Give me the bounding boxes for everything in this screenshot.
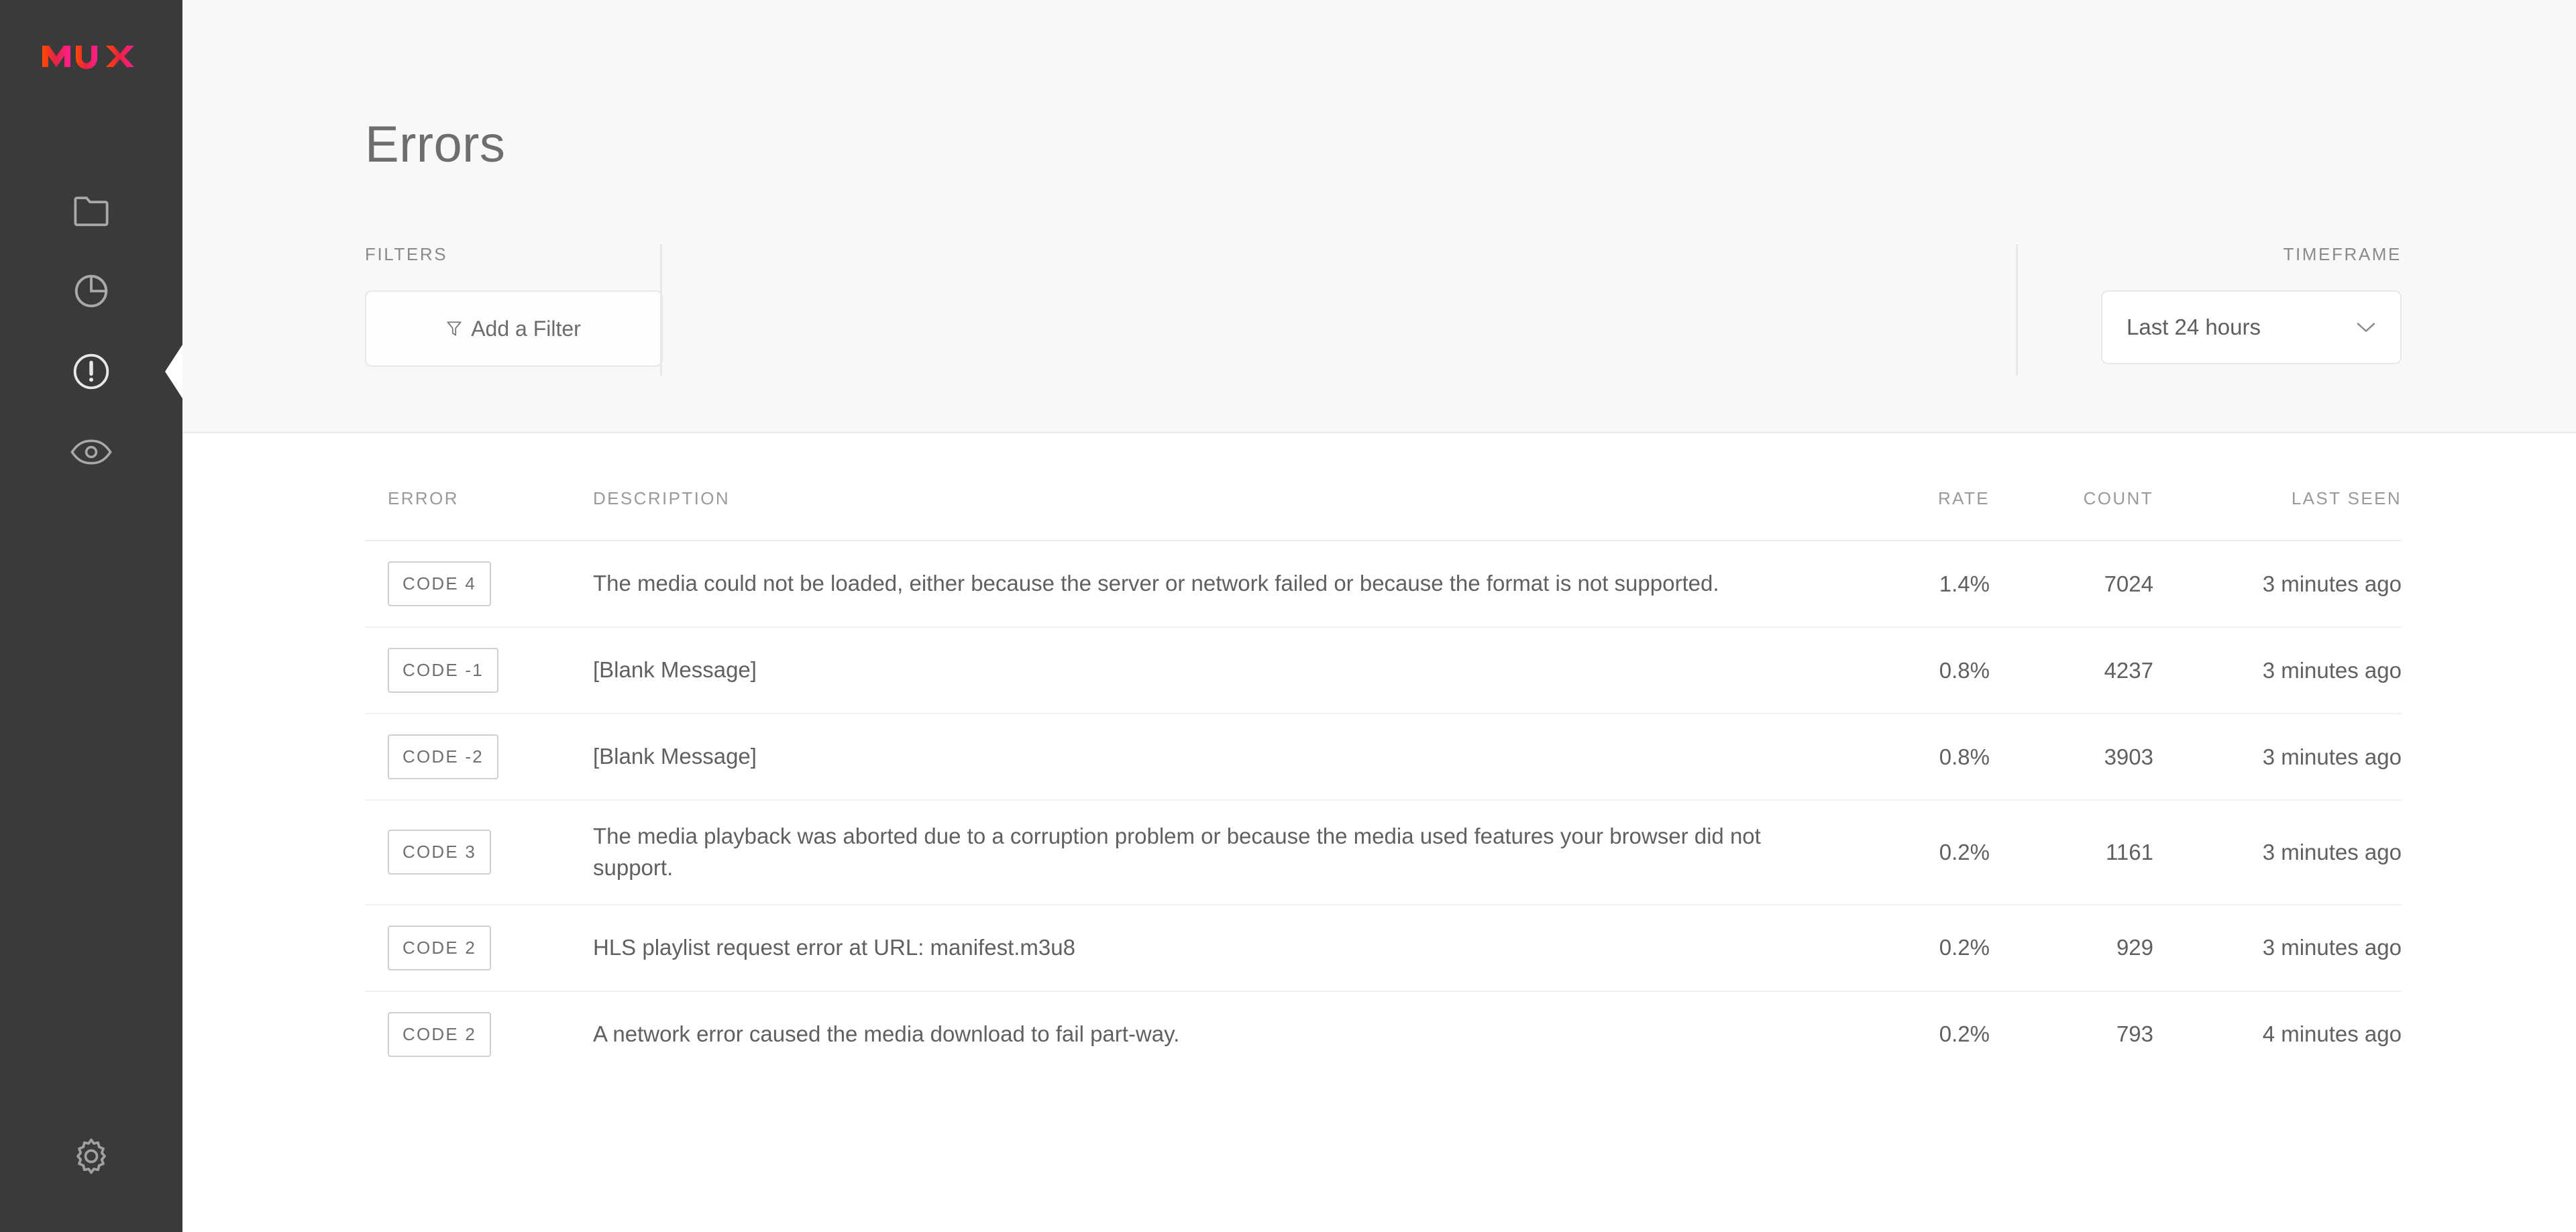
- error-description-cell: HLS playlist request error at URL: manif…: [593, 904, 1831, 992]
- error-rate-cell: 1.4%: [1831, 541, 1999, 628]
- page-title: Errors: [365, 116, 506, 173]
- mux-logo[interactable]: [41, 42, 142, 71]
- error-rate-cell: 0.2%: [1831, 800, 1999, 905]
- filter-divider-right: [2016, 244, 2018, 376]
- error-code-badge: CODE 2: [388, 1011, 492, 1057]
- column-header-error[interactable]: ERROR: [365, 433, 593, 541]
- table-header-row: ERROR DESCRIPTION RATE COUNT LAST SEEN: [365, 433, 2402, 541]
- active-indicator-arrow: [165, 345, 182, 398]
- table-header: ERROR DESCRIPTION RATE COUNT LAST SEEN: [365, 433, 2402, 541]
- filters-group: FILTERS Add a Filter: [182, 244, 663, 367]
- error-code-cell: CODE -2: [365, 714, 593, 801]
- sidebar: [0, 0, 182, 1232]
- sidebar-item-assets[interactable]: [0, 170, 182, 251]
- error-code-cell: CODE 4: [365, 541, 593, 628]
- sidebar-item-errors[interactable]: [0, 331, 182, 412]
- filter-funnel-icon: [447, 321, 462, 336]
- page-header-section: Errors FILTERS Add a Filter TIMEFRAME La…: [182, 0, 2576, 433]
- error-code-cell: CODE 2: [365, 904, 593, 992]
- error-rate-cell: 0.2%: [1831, 904, 1999, 992]
- timeframe-select[interactable]: Last 24 hours: [2101, 290, 2402, 364]
- timeframe-selected-value: Last 24 hours: [2127, 315, 2261, 339]
- error-last-seen-cell: 3 minutes ago: [2160, 541, 2402, 628]
- add-filter-label: Add a Filter: [471, 316, 581, 341]
- sidebar-item-settings[interactable]: [0, 1119, 182, 1193]
- filter-divider-left: [660, 244, 662, 376]
- error-count-cell: 7024: [1999, 541, 2160, 628]
- errors-table: ERROR DESCRIPTION RATE COUNT LAST SEEN C…: [365, 433, 2402, 1077]
- filters-label: FILTERS: [365, 244, 448, 264]
- error-code-badge: CODE 3: [388, 830, 492, 875]
- error-rate-cell: 0.2%: [1939, 1021, 1990, 1047]
- main-content: Errors FILTERS Add a Filter TIMEFRAME La…: [182, 0, 2576, 1232]
- error-description-cell: [Blank Message]: [593, 714, 1831, 801]
- pie-chart-icon: [74, 274, 108, 308]
- table-body: CODE 4 The media could not be loaded, eit…: [365, 541, 2402, 1077]
- error-count-cell: 929: [1999, 904, 2160, 992]
- error-count-cell: 1161: [1999, 800, 2160, 905]
- app-root: Errors FILTERS Add a Filter TIMEFRAME La…: [0, 0, 2576, 1232]
- error-count-cell: 793: [2116, 1021, 2153, 1047]
- error-count-cell: 4237: [1999, 627, 2160, 714]
- table-row[interactable]: CODE 2 A network error caused the media d…: [365, 991, 2402, 1077]
- error-rate-cell: 0.8%: [1831, 627, 1999, 714]
- filter-bar: FILTERS Add a Filter TIMEFRAME Last 24 h…: [182, 170, 2576, 432]
- column-header-rate[interactable]: RATE: [1831, 433, 1999, 541]
- timeframe-group: TIMEFRAME Last 24 hours: [2101, 244, 2576, 364]
- error-code-cell: CODE -1: [365, 627, 593, 714]
- error-last-seen-cell: 3 minutes ago: [2160, 714, 2402, 801]
- column-header-description[interactable]: DESCRIPTION: [593, 433, 1831, 541]
- error-code-badge: CODE -2: [388, 734, 498, 779]
- sidebar-item-metrics[interactable]: [0, 251, 182, 331]
- table-row[interactable]: CODE 2 HLS playlist request error at URL:…: [365, 904, 2402, 992]
- error-code-cell: CODE 2: [365, 991, 593, 1077]
- error-description-cell: [Blank Message]: [593, 627, 1831, 714]
- errors-table-section: ERROR DESCRIPTION RATE COUNT LAST SEEN C…: [182, 433, 2576, 1232]
- error-description-cell: The media playback was aborted due to a …: [593, 800, 1831, 905]
- error-code-badge: CODE 4: [388, 561, 492, 606]
- sidebar-bottom: [0, 1119, 182, 1193]
- error-code-cell: CODE 3: [365, 800, 593, 905]
- column-header-count[interactable]: COUNT: [1999, 433, 2160, 541]
- error-last-seen-cell: 3 minutes ago: [2160, 904, 2402, 992]
- table-row[interactable]: CODE 4 The media could not be loaded, eit…: [365, 541, 2402, 628]
- alert-circle-icon: [73, 353, 109, 390]
- error-last-seen-cell: 3 minutes ago: [2160, 627, 2402, 714]
- sidebar-nav: [0, 170, 182, 492]
- eye-icon: [70, 439, 112, 465]
- error-code-badge: CODE 2: [388, 925, 492, 970]
- table-row[interactable]: CODE 3 The media playback was aborted due…: [365, 800, 2402, 905]
- error-code-badge: CODE -1: [388, 648, 498, 693]
- table-row[interactable]: CODE -1 [Blank Message] 0.8% 4237 3 minutes …: [365, 627, 2402, 714]
- table-row[interactable]: CODE -2 [Blank Message] 0.8% 3903 3 minutes …: [365, 714, 2402, 801]
- error-last-seen-cell: 4 minutes ago: [2262, 1021, 2402, 1047]
- error-description-cell: The media could not be loaded, either be…: [593, 541, 1831, 628]
- error-last-seen-cell: 3 minutes ago: [2160, 800, 2402, 905]
- gear-icon: [76, 1138, 106, 1174]
- timeframe-label: TIMEFRAME: [2283, 244, 2402, 264]
- error-count-cell: 3903: [1999, 714, 2160, 801]
- folder-icon: [74, 197, 109, 227]
- column-header-last-seen[interactable]: LAST SEEN: [2160, 433, 2402, 541]
- error-rate-cell: 0.8%: [1831, 714, 1999, 801]
- chevron-down-icon: [2357, 323, 2375, 332]
- add-filter-button[interactable]: Add a Filter: [365, 290, 663, 367]
- sidebar-item-monitoring[interactable]: [0, 412, 182, 492]
- error-description-cell: A network error caused the media downloa…: [593, 1021, 1180, 1046]
